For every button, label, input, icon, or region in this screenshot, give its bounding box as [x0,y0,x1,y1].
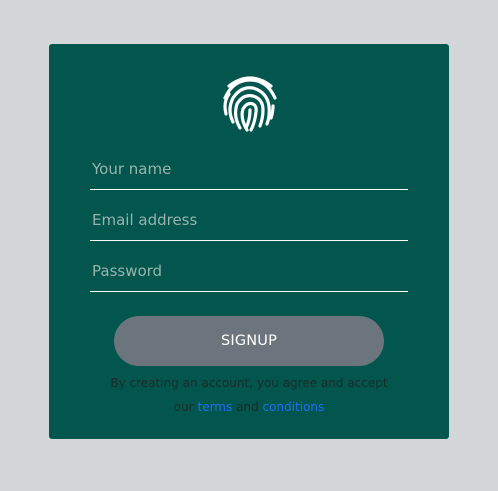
conditions-link[interactable]: conditions [262,400,324,414]
email-input[interactable] [90,200,408,240]
name-input[interactable] [90,149,408,189]
name-field [90,149,408,190]
terms-link[interactable]: terms [197,400,232,414]
fingerprint-icon [223,76,277,132]
signup-button[interactable]: SIGNUP [114,316,384,366]
consent-and-text: and [236,400,259,414]
consent-text: By creating an account, you agree and ac… [110,376,388,390]
email-field [90,200,408,241]
consent-note: By creating an account, you agree and ac… [49,371,449,419]
password-field [90,251,408,292]
consent-our-text: our [173,400,194,414]
password-input[interactable] [90,251,408,291]
signup-card: SIGNUP By creating an account, you agree… [49,44,449,439]
